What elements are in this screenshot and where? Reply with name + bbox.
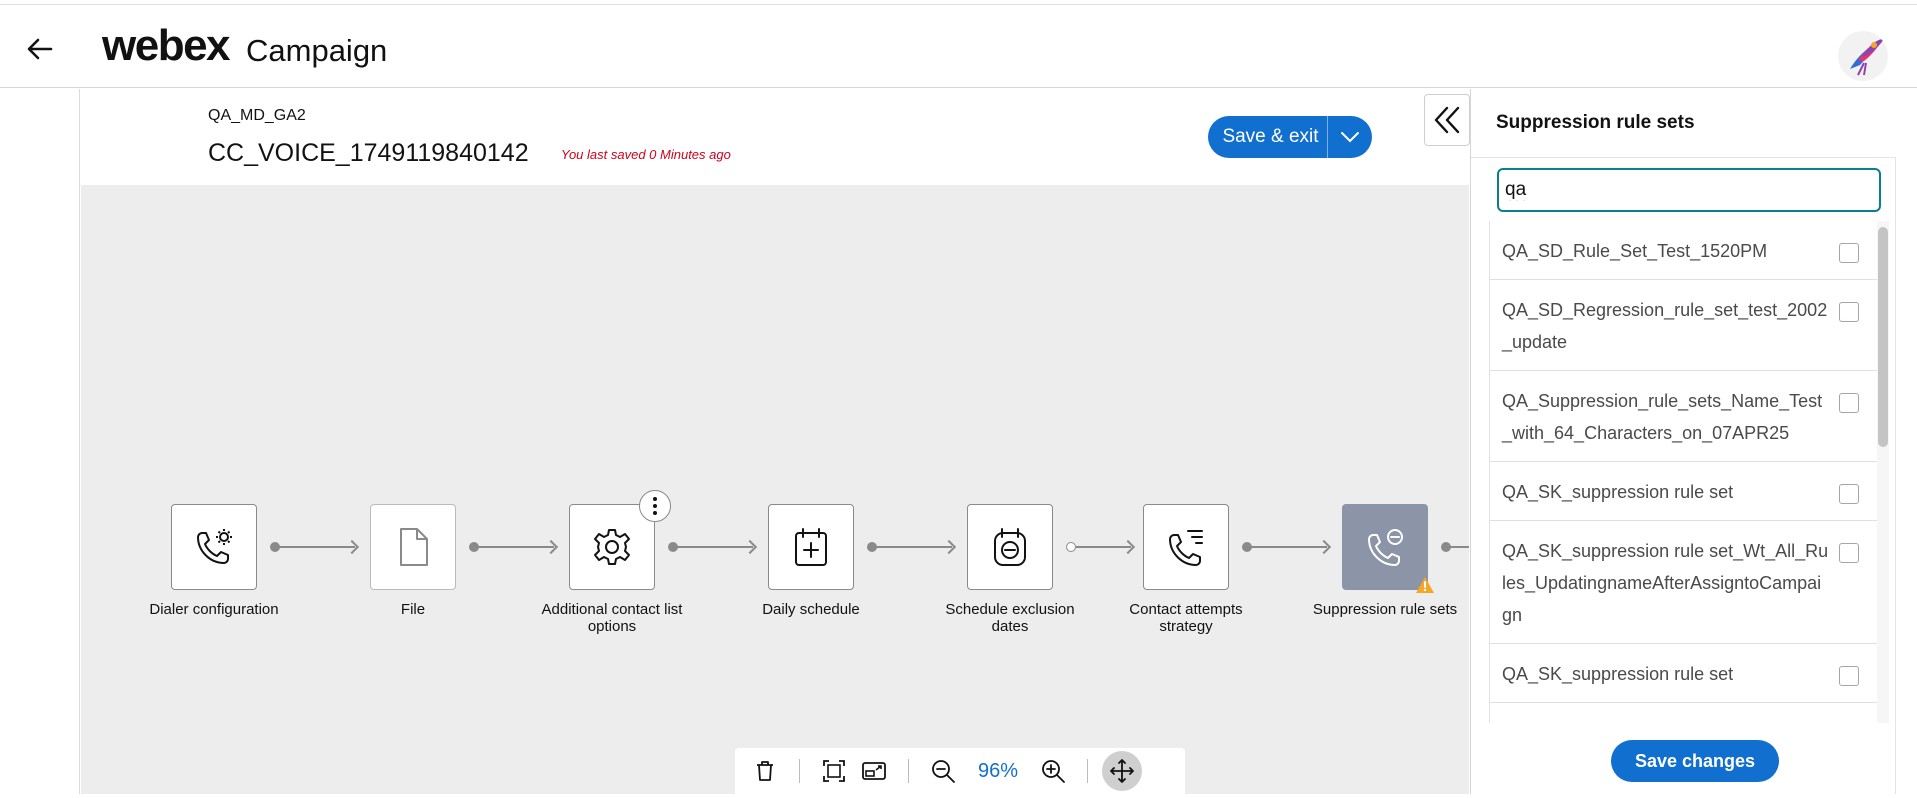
connector-arrow [1316,539,1332,555]
node-dialer-configuration[interactable] [171,504,257,590]
rule-set-name: QA_Suppression_rule_sets_Name_Test_with_… [1502,391,1823,443]
chevron-down-icon [1341,132,1359,143]
avatar[interactable] [1838,31,1888,81]
save-exit-split-button: Save & exit [1208,116,1372,158]
node-contact-attempts-strategy[interactable] [1143,504,1229,590]
panel-divider [1895,157,1896,794]
connector-dot-empty [1066,542,1076,552]
node-label: File [400,601,426,618]
double-chevron-left-icon [1434,106,1460,134]
calendar-plus-icon [795,528,827,566]
bird-logo-icon [1850,39,1884,76]
fit-to-screen-button[interactable] [814,751,854,791]
rule-set-checkbox[interactable] [1839,393,1859,413]
save-changes-button[interactable]: Save changes [1611,740,1779,782]
toolbar-separator [799,759,800,783]
fit-screen-icon [823,760,845,782]
connector-arrow [1120,539,1136,555]
zoom-in-button[interactable] [1033,751,1073,791]
trash-icon [757,761,773,781]
rule-set-name: QA_SD_Regression_rule_set_test_2002_upda… [1502,300,1828,352]
node-label: Additional contact list options [541,601,683,635]
node-label: Suppression rule sets [1312,601,1458,618]
node-label: Daily schedule [762,601,860,618]
campaign-info-bar: QA_MD_GA2 CC_VOICE_1749119840142 You las… [81,89,1469,185]
connector-line [1247,546,1327,548]
product-name: Campaign [246,33,388,68]
rule-set-checkbox[interactable] [1839,666,1859,686]
rule-set-checkbox[interactable] [1839,243,1859,263]
connector-line [474,546,554,548]
rule-set-name: QA_SK_suppression rule set_Wt_All_Rules_… [1502,541,1829,625]
node-schedule-exclusion-dates[interactable] [967,504,1053,590]
save-options-dropdown[interactable] [1328,116,1372,158]
connector-line [872,546,952,548]
list-item[interactable]: QA_SK_suppression rule set_Wt_All_Rules_… [1490,521,1877,644]
zoom-out-button[interactable] [923,751,963,791]
list-scrollbar[interactable] [1877,221,1889,723]
warning-icon [1416,577,1434,593]
back-button[interactable] [22,31,58,67]
file-icon [400,528,428,566]
rule-set-checkbox[interactable] [1839,543,1859,563]
panel-divider [1471,157,1895,158]
zoom-in-icon [1042,760,1065,783]
phone-gear-icon [197,529,232,564]
rule-set-name: QA_SK_suppression rule set [1502,664,1734,684]
minimap-icon [862,762,886,780]
minimap-button[interactable] [854,751,894,791]
brand-logo: webex [102,21,231,70]
rule-set-name: QA_SD_Rule_Set_Test_1520PM [1502,241,1768,261]
zoom-out-icon [932,760,955,783]
rule-set-checkbox[interactable] [1839,484,1859,504]
left-gutter [0,89,80,794]
collapse-panel-button[interactable] [1424,94,1470,146]
flow-canvas[interactable]: Dialer configuration File Additional con… [81,185,1469,794]
node-label: Schedule exclusion dates [945,601,1075,635]
arrow-left-icon [27,38,53,60]
campaign-parent-name: QA_MD_GA2 [208,107,306,124]
rule-set-list: QA_SD_Rule_Set_Test_1520PM QA_SD_Regress… [1489,221,1877,723]
search-input[interactable] [1497,168,1881,212]
canvas-toolbar: 96% [735,748,1185,794]
list-item[interactable]: QA_SD_Rule_Set_Test_1520PM [1490,221,1877,280]
phone-list-icon [1169,530,1203,566]
suppression-rule-sets-panel: Suppression rule sets QA_SD_Rule_Set_Tes… [1470,89,1917,794]
toolbar-separator [1087,759,1088,783]
list-item[interactable]: QA_SK_suppression rule set [1490,462,1877,521]
toolbar-separator [908,759,909,783]
calendar-minus-icon [994,528,1026,566]
save-exit-button[interactable]: Save & exit [1208,116,1328,158]
connector-arrow [941,539,957,555]
node-daily-schedule[interactable] [768,504,854,590]
zoom-level: 96% [977,759,1019,782]
list-item[interactable]: QA_SD_Regression_rule_set_test_2002_upda… [1490,280,1877,371]
connector-line [673,546,753,548]
pan-button[interactable] [1102,751,1142,791]
connector-arrow [344,539,360,555]
list-item[interactable]: QA_Suppression_rule_sets_Name_Test_with_… [1490,371,1877,462]
campaign-name: CC_VOICE_1749119840142 [208,139,529,167]
connector-arrow [742,539,758,555]
delete-button[interactable] [745,751,785,791]
connector-line [1446,546,1469,548]
connector-arrow [543,539,559,555]
scrollbar-thumb[interactable] [1878,227,1888,447]
node-additional-contact-list-options[interactable] [569,504,655,590]
top-header: webex Campaign [0,4,1917,88]
last-saved-status: You last saved 0 Minutes ago [561,147,731,162]
node-file[interactable] [370,504,456,590]
phone-minus-icon [1368,529,1403,566]
rule-set-name: QA_SK_suppression rule set [1502,482,1734,502]
node-label: Contact attempts strategy [1129,601,1243,635]
rule-set-checkbox[interactable] [1839,302,1859,322]
connector-line [275,546,355,548]
list-item[interactable]: QA_SK_suppression rule set [1490,644,1877,703]
gear-icon [594,529,630,565]
panel-title: Suppression rule sets [1496,112,1695,133]
node-more-options-button[interactable] [639,490,671,522]
move-icon [1110,759,1134,783]
more-vertical-icon [653,497,657,515]
node-label: Dialer configuration [149,601,279,618]
